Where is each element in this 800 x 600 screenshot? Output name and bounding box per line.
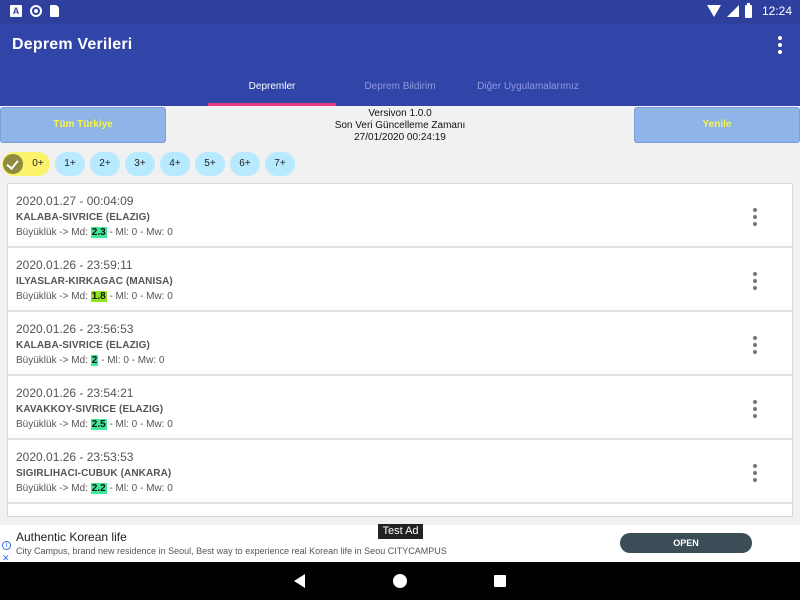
list-item[interactable]: 2020.01.27 - 00:04:09 KALABA-SIVRICE (EL… — [8, 184, 792, 248]
magnitude-suffix: - Ml: 0 - Mw: 0 — [106, 419, 173, 430]
update-time: 27/01/2020 00:24:19 — [354, 132, 446, 143]
ad-body: City Campus, brand new residence in Seou… — [16, 546, 447, 556]
quake-location: KALABA-SIVRICE (ELAZIG) — [16, 340, 150, 351]
all-turkey-button[interactable]: Tüm Türkiye — [0, 107, 166, 143]
md-value: 2.2 — [90, 483, 107, 494]
list-item[interactable]: 2020.01.26 - 23:53:53 SIGIRLIHACI-CUBUK … — [8, 440, 792, 504]
battery-icon — [744, 2, 752, 18]
filter-chip-2[interactable]: 2+ — [90, 152, 120, 176]
tab-diger-uygulamalar[interactable]: Diğer Uygulamalarımız — [464, 68, 592, 106]
quake-location: KALABA-SIVRICE (ELAZIG) — [16, 212, 150, 223]
filter-chip-1[interactable]: 1+ — [55, 152, 85, 176]
md-value: 2.3 — [90, 227, 107, 238]
tab-deprem-bildirim[interactable]: Deprem Bildirim — [336, 68, 464, 106]
quake-magnitude: Büyüklük -> Md: 2.2 - Ml: 0 - Mw: 0 — [16, 483, 173, 494]
ad-info-icon[interactable]: i — [2, 541, 11, 550]
app-bar: Deprem Verileri — [0, 24, 800, 68]
quake-date: 2020.01.26 - 23:53:53 — [16, 450, 134, 464]
filter-chip-5[interactable]: 5+ — [195, 152, 225, 176]
quake-magnitude: Büyüklük -> Md: 2 - Ml: 0 - Mw: 0 — [16, 355, 164, 366]
magnitude-suffix: - Ml: 0 - Mw: 0 — [98, 355, 165, 366]
md-value: 1.8 — [90, 291, 107, 302]
filter-chip-7[interactable]: 7+ — [265, 152, 295, 176]
row-more-icon[interactable] — [753, 208, 757, 226]
list-item[interactable]: 2020.01.26 - 23:54:21 KAVAKKOY-SIVRICE (… — [8, 376, 792, 440]
tab-indicator — [208, 103, 336, 106]
quake-date: 2020.01.26 - 23:56:53 — [16, 322, 134, 336]
sd-card-icon — [50, 5, 59, 17]
filter-chip-4[interactable]: 4+ — [160, 152, 190, 176]
quake-magnitude: Büyüklük -> Md: 1.8 - Ml: 0 - Mw: 0 — [16, 291, 173, 302]
list-item[interactable]: 2020.01.26 - 23:56:53 KALABA-SIVRICE (EL… — [8, 312, 792, 376]
home-icon[interactable] — [393, 574, 407, 588]
magnitude-prefix: Büyüklük -> Md: — [16, 483, 91, 494]
filter-chip-label: 0+ — [32, 158, 44, 169]
filter-chip-0[interactable]: 0+ — [2, 152, 50, 176]
quake-location: SIGIRLIHACI-CUBUK (ANKARA) — [16, 468, 172, 479]
quake-date: 2020.01.26 - 23:59:11 — [16, 258, 133, 272]
circle-notification-icon — [30, 5, 42, 17]
ad-body-text: City Campus, brand new residence in Seou… — [16, 546, 386, 556]
quake-location: ILYASLAR-KIRKAGAC (MANISA) — [16, 276, 173, 287]
quake-date: 2020.01.26 - 23:54:21 — [16, 386, 134, 400]
check-icon — [3, 154, 23, 174]
ad-advertiser: CITYCAMPUS — [387, 546, 447, 556]
quake-magnitude: Büyüklük -> Md: 2.3 - Ml: 0 - Mw: 0 — [16, 227, 173, 238]
md-value: 2.5 — [90, 419, 107, 430]
magnitude-filter: 0+ 1+ 2+ 3+ 4+ 5+ 6+ 7+ — [2, 152, 295, 176]
signal-icon — [726, 5, 739, 17]
ad-headline[interactable]: Authentic Korean life — [16, 530, 127, 544]
tab-depremler[interactable]: Depremler — [208, 68, 336, 106]
wifi-icon — [706, 5, 721, 17]
filter-chip-6[interactable]: 6+ — [230, 152, 260, 176]
row-more-icon[interactable] — [753, 464, 757, 482]
quake-magnitude: Büyüklük -> Md: 2.5 - Ml: 0 - Mw: 0 — [16, 419, 173, 430]
magnitude-suffix: - Ml: 0 - Mw: 0 — [106, 291, 173, 302]
more-vert-icon[interactable] — [778, 36, 782, 54]
filter-chip-3[interactable]: 3+ — [125, 152, 155, 176]
quake-date: 2020.01.27 - 00:04:09 — [16, 194, 134, 208]
refresh-button[interactable]: Yenile — [634, 107, 800, 143]
row-more-icon[interactable] — [753, 336, 757, 354]
app-title: Deprem Verileri — [12, 36, 133, 53]
status-left-icons: A — [10, 5, 59, 17]
test-ad-badge: Test Ad — [378, 524, 423, 539]
status-bar: A 12:24 — [0, 0, 800, 24]
status-right-icons: 12:24 — [706, 2, 792, 18]
update-label: Son Veri Güncelleme Zamanı — [334, 120, 466, 131]
magnitude-prefix: Büyüklük -> Md: — [16, 227, 91, 238]
ad-banner[interactable]: Test Ad i ✕ Authentic Korean life City C… — [0, 524, 800, 563]
magnitude-prefix: Büyüklük -> Md: — [16, 291, 91, 302]
magnitude-prefix: Büyüklük -> Md: — [16, 355, 91, 366]
status-time: 12:24 — [761, 4, 792, 18]
version-info: Versivon 1.0.0 Son Veri Güncelleme Zaman… — [300, 108, 500, 144]
navigation-bar — [0, 562, 800, 600]
earthquake-list[interactable]: 2020.01.27 - 00:04:09 KALABA-SIVRICE (EL… — [8, 184, 792, 516]
tab-bar: Depremler Deprem Bildirim Diğer Uygulama… — [0, 68, 800, 106]
magnitude-suffix: - Ml: 0 - Mw: 0 — [106, 483, 173, 494]
magnitude-suffix: - Ml: 0 - Mw: 0 — [106, 227, 173, 238]
recents-icon[interactable] — [494, 575, 506, 587]
magnitude-prefix: Büyüklük -> Md: — [16, 419, 91, 430]
version-text: Versivon 1.0.0 — [368, 108, 432, 119]
row-more-icon[interactable] — [753, 272, 757, 290]
quake-location: KAVAKKOY-SIVRICE (ELAZIG) — [16, 404, 164, 415]
row-more-icon[interactable] — [753, 400, 757, 418]
a-notification-icon: A — [10, 5, 22, 17]
back-icon[interactable] — [294, 574, 305, 588]
list-item[interactable]: 2020.01.26 - 23:59:11 ILYASLAR-KIRKAGAC … — [8, 248, 792, 312]
ad-open-button[interactable]: OPEN — [620, 533, 752, 553]
